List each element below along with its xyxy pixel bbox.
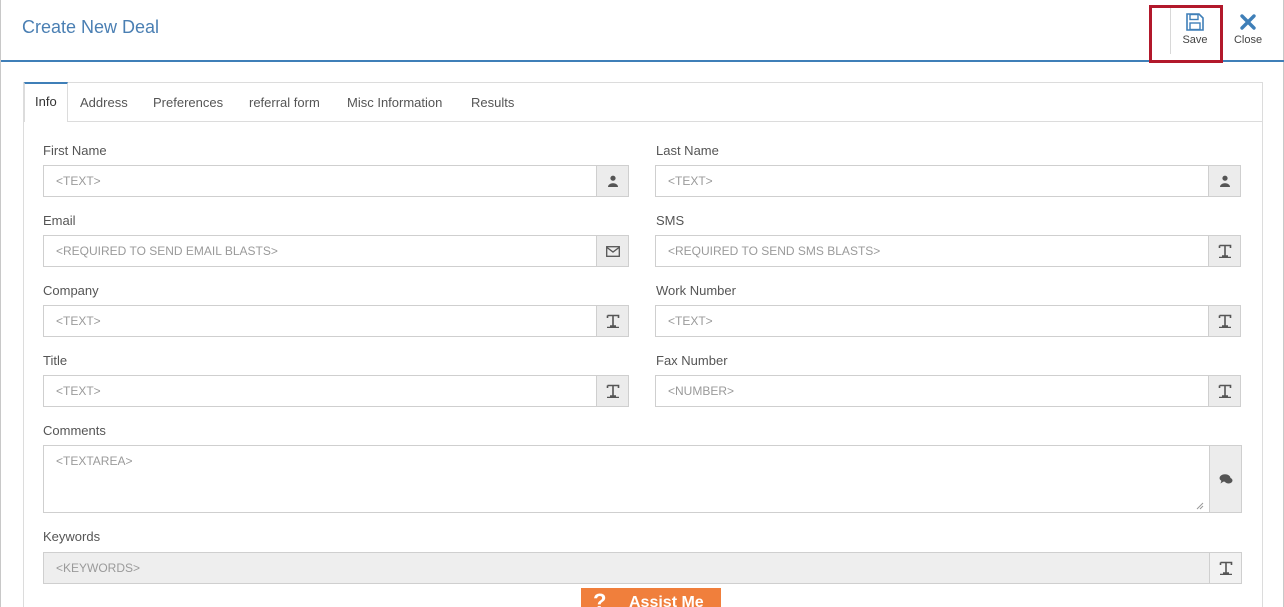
- save-highlight-box: [1149, 5, 1223, 63]
- person-icon: [1208, 165, 1241, 197]
- tab-preferences[interactable]: Preferences: [153, 83, 223, 122]
- fax-number-label: Fax Number: [656, 353, 728, 368]
- first-name-field[interactable]: <TEXT>: [43, 165, 629, 197]
- keywords-label: Keywords: [43, 529, 101, 544]
- close-icon: [1240, 14, 1256, 30]
- create-deal-window: Create New Deal Save Close Info Address …: [0, 0, 1284, 607]
- page-title: Create New Deal: [22, 17, 160, 37]
- tab-results[interactable]: Results: [471, 83, 514, 122]
- text-icon: [1209, 552, 1242, 584]
- close-label: Close: [1233, 34, 1263, 46]
- tab-misc-information[interactable]: Misc Information: [347, 83, 442, 122]
- envelope-icon: [596, 235, 629, 267]
- assist-me-label: Assist Me: [629, 594, 704, 607]
- text-icon: [1208, 375, 1241, 407]
- fax-number-placeholder: <NUMBER>: [668, 384, 735, 398]
- text-icon: [596, 375, 629, 407]
- email-label: Email: [43, 213, 76, 228]
- tab-bar: Info Address Preferences referral form M…: [24, 82, 1262, 122]
- resize-grip-icon[interactable]: [1196, 502, 1204, 510]
- person-icon: [596, 165, 629, 197]
- sms-placeholder: <REQUIRED TO SEND SMS BLASTS>: [668, 244, 881, 258]
- last-name-label: Last Name: [656, 143, 719, 158]
- text-icon: [596, 305, 629, 337]
- company-placeholder: <TEXT>: [56, 314, 101, 328]
- text-icon: [1208, 235, 1241, 267]
- question-icon: ?: [593, 589, 607, 607]
- email-placeholder: <REQUIRED TO SEND EMAIL BLASTS>: [56, 244, 278, 258]
- comments-icon: [1209, 445, 1242, 513]
- first-name-label: First Name: [43, 143, 107, 158]
- sms-field[interactable]: <REQUIRED TO SEND SMS BLASTS>: [655, 235, 1241, 267]
- title-placeholder: <TEXT>: [56, 384, 101, 398]
- tab-referral-form[interactable]: referral form: [249, 83, 320, 122]
- work-number-placeholder: <TEXT>: [668, 314, 713, 328]
- form-panel: Info Address Preferences referral form M…: [23, 82, 1263, 607]
- tab-info[interactable]: Info: [24, 82, 68, 122]
- assist-me-button[interactable]: ? Assist Me: [581, 588, 721, 607]
- close-button[interactable]: Close: [1223, 12, 1273, 54]
- work-number-field[interactable]: <TEXT>: [655, 305, 1241, 337]
- comments-textarea[interactable]: <TEXTAREA>: [43, 445, 1242, 513]
- fax-number-field[interactable]: <NUMBER>: [655, 375, 1241, 407]
- dialog-header: Create New Deal Save Close: [1, 0, 1284, 63]
- company-field[interactable]: <TEXT>: [43, 305, 629, 337]
- company-label: Company: [43, 283, 99, 298]
- title-field[interactable]: <TEXT>: [43, 375, 629, 407]
- last-name-field[interactable]: <TEXT>: [655, 165, 1241, 197]
- sms-label: SMS: [656, 213, 685, 228]
- title-label: Title: [43, 353, 68, 368]
- tab-address[interactable]: Address: [80, 83, 128, 122]
- comments-label: Comments: [43, 423, 106, 438]
- comments-placeholder: <TEXTAREA>: [56, 454, 133, 468]
- first-name-placeholder: <TEXT>: [56, 174, 101, 188]
- keywords-field[interactable]: <KEYWORDS>: [43, 552, 1242, 584]
- text-icon: [1208, 305, 1241, 337]
- work-number-label: Work Number: [656, 283, 736, 298]
- email-field[interactable]: <REQUIRED TO SEND EMAIL BLASTS>: [43, 235, 629, 267]
- keywords-placeholder: <KEYWORDS>: [56, 561, 141, 575]
- last-name-placeholder: <TEXT>: [668, 174, 713, 188]
